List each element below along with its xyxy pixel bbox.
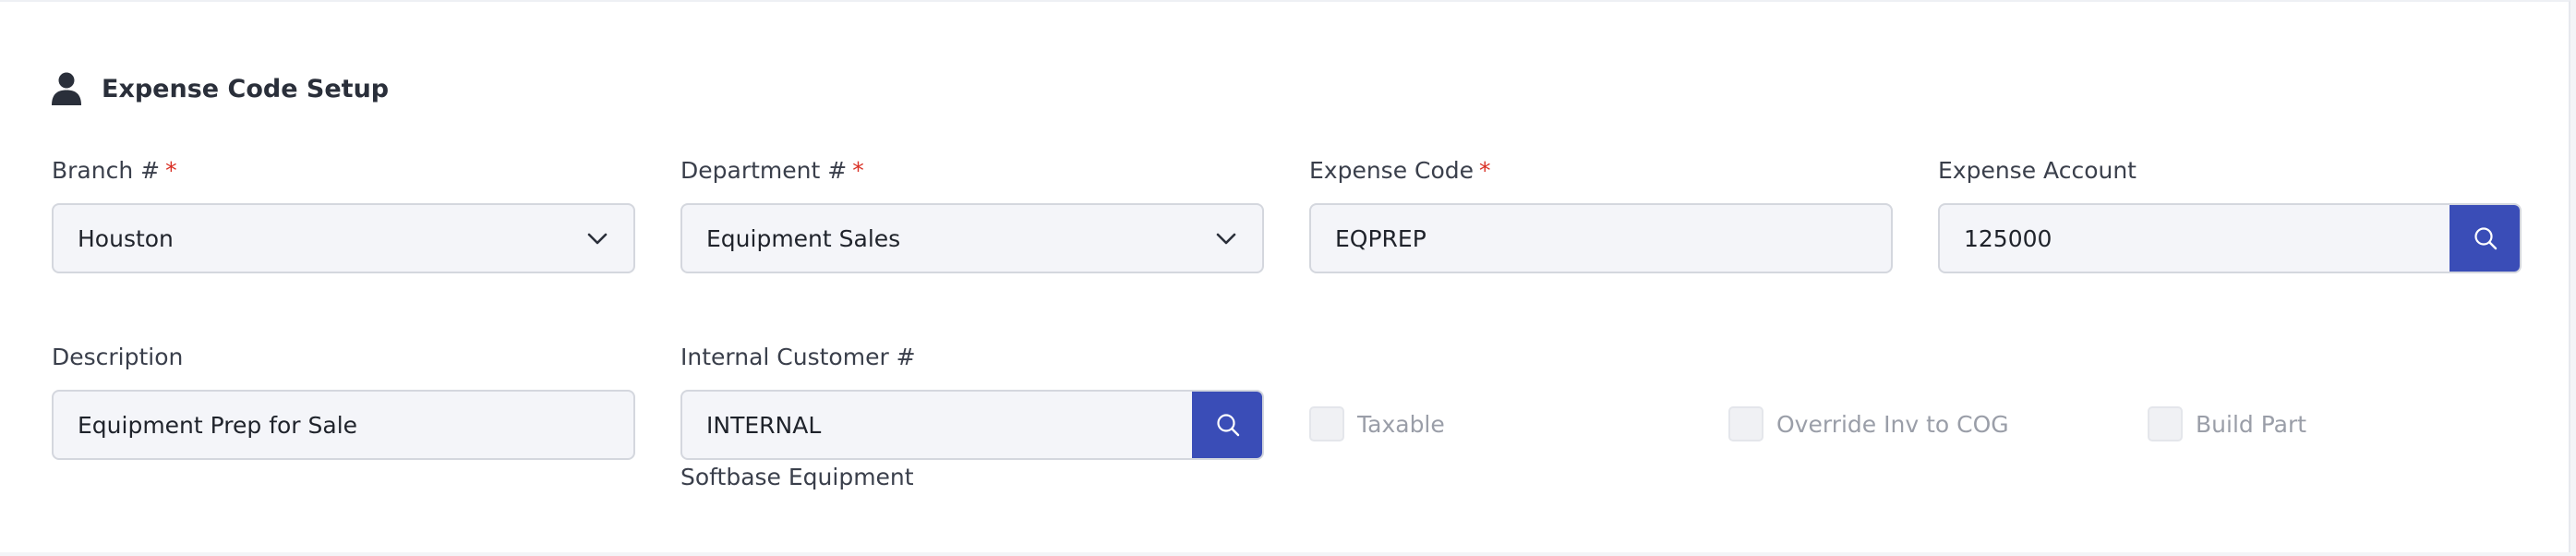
description-input[interactable]: Equipment Prep for Sale xyxy=(52,390,635,460)
search-icon xyxy=(1217,414,1240,437)
chevron-down-icon xyxy=(1212,224,1240,252)
build-part-label: Build Part xyxy=(2196,410,2307,438)
internal-customer-search-button[interactable] xyxy=(1192,392,1262,458)
department-value: Equipment Sales xyxy=(706,224,901,252)
checkbox-box[interactable] xyxy=(2148,406,2183,441)
department-label: Department # * xyxy=(680,157,864,184)
department-label-text: Department # xyxy=(680,157,848,184)
internal-customer-value: INTERNAL xyxy=(706,411,822,439)
required-mark: * xyxy=(165,157,177,184)
expense-code-label-text: Expense Code xyxy=(1309,157,1475,184)
page-title: Expense Code Setup xyxy=(102,74,390,103)
branch-label-text: Branch # xyxy=(52,157,161,184)
internal-customer-name: Softbase Equipment xyxy=(680,464,914,490)
expense-code-value: EQPREP xyxy=(1335,224,1426,252)
checkbox-box[interactable] xyxy=(1728,406,1763,441)
internal-customer-input[interactable]: INTERNAL xyxy=(680,390,1264,460)
taxable-checkbox[interactable]: Taxable xyxy=(1309,406,1445,441)
expense-account-value: 125000 xyxy=(1964,224,2052,252)
section-header: Expense Code Setup xyxy=(52,70,389,107)
taxable-label: Taxable xyxy=(1357,410,1445,438)
branch-label: Branch # * xyxy=(52,157,177,184)
expense-account-search-button[interactable] xyxy=(2450,205,2520,272)
build-part-checkbox[interactable]: Build Part xyxy=(2148,406,2306,441)
branch-value: Houston xyxy=(78,224,174,252)
chevron-down-icon xyxy=(584,224,611,252)
user-icon xyxy=(52,72,81,105)
expense-code-label: Expense Code * xyxy=(1309,157,1491,184)
override-inv-to-cog-label: Override Inv to COG xyxy=(1776,410,2009,438)
description-value: Equipment Prep for Sale xyxy=(78,411,358,439)
checkbox-box[interactable] xyxy=(1309,406,1344,441)
internal-customer-label: Internal Customer # xyxy=(680,344,916,370)
search-icon xyxy=(2474,227,2498,250)
expense-code-input[interactable]: EQPREP xyxy=(1309,203,1893,273)
department-select[interactable]: Equipment Sales xyxy=(680,203,1264,273)
description-label: Description xyxy=(52,344,184,370)
required-mark: * xyxy=(852,157,864,184)
branch-select[interactable]: Houston xyxy=(52,203,635,273)
expense-code-setup-card: Expense Code Setup Branch # * Department … xyxy=(0,0,2570,552)
required-mark: * xyxy=(1479,157,1491,184)
expense-account-label: Expense Account xyxy=(1938,157,2137,184)
override-inv-to-cog-checkbox[interactable]: Override Inv to COG xyxy=(1728,406,2009,441)
expense-account-input[interactable]: 125000 xyxy=(1938,203,2522,273)
